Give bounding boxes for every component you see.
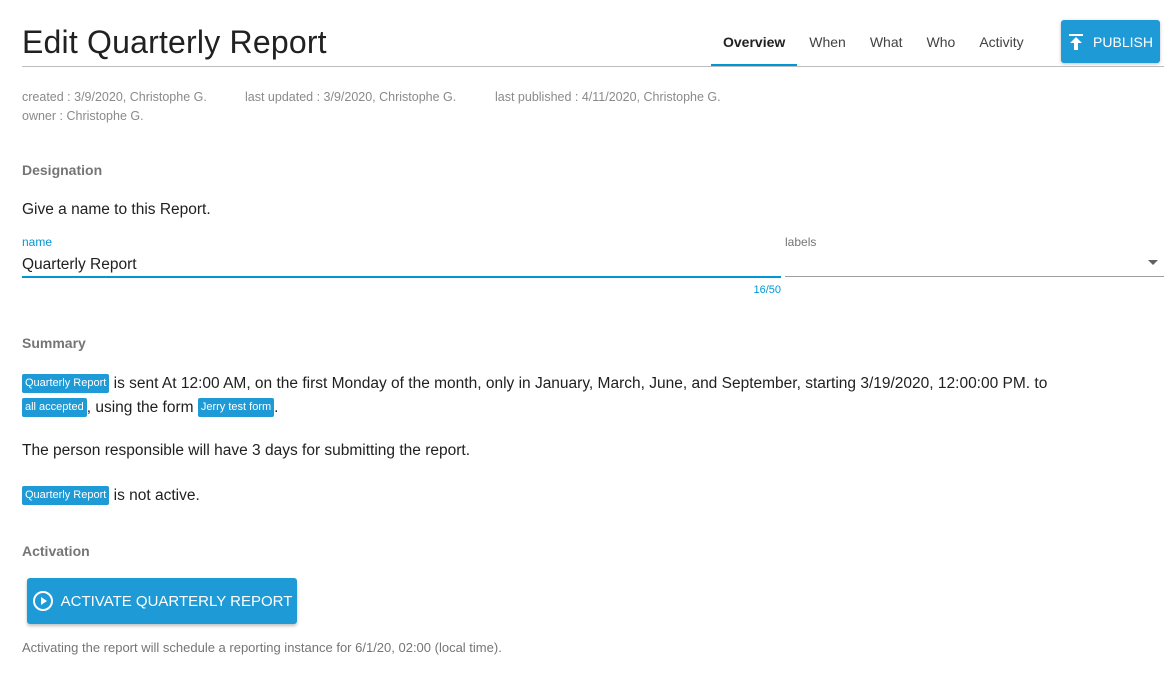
caret-down-icon — [1148, 260, 1158, 265]
meta-owner: owner : Christophe G. — [22, 109, 144, 123]
publish-upload-icon — [1069, 33, 1084, 50]
tab-bar: Overview When What Who Activity — [711, 22, 1036, 66]
publish-button[interactable]: PUBLISH — [1061, 20, 1160, 63]
name-field[interactable] — [22, 254, 781, 278]
activation-hint: Activating the report will schedule a re… — [22, 640, 502, 655]
labels-field-label: labels — [785, 235, 817, 249]
meta-created: created : 3/9/2020, Christophe G. — [22, 90, 207, 104]
activate-report-button[interactable]: ACTIVATE QUARTERLY REPORT — [27, 578, 297, 624]
summary-section-label: Summary — [22, 335, 86, 351]
summary-audience-line: all accepted, using the form Jerry test … — [22, 398, 278, 417]
tab-overview[interactable]: Overview — [711, 22, 798, 66]
publish-button-label: PUBLISH — [1093, 33, 1153, 50]
schedule-text: is sent At 12:00 AM, on the first Monday… — [113, 375, 1048, 392]
header-divider — [22, 66, 1164, 67]
tab-what[interactable]: What — [858, 22, 915, 66]
audience-chip: all accepted — [22, 398, 87, 417]
form-chip: Jerry test form — [197, 398, 275, 417]
sentence-end: . — [274, 399, 279, 416]
play-circle-icon — [32, 591, 53, 611]
status-report-chip: Quarterly Report — [22, 486, 110, 505]
designation-prompt: Give a name to this Report. — [22, 201, 211, 218]
activation-section-label: Activation — [22, 543, 90, 559]
labels-select[interactable] — [785, 254, 1164, 277]
name-character-counter: 16/50 — [753, 284, 781, 296]
status-text: is not active. — [113, 487, 200, 504]
form-text: , using the form — [86, 399, 194, 416]
report-chip: Quarterly Report — [22, 374, 110, 393]
name-field-label: name — [22, 235, 53, 249]
summary-schedule-line: Quarterly Report is sent At 12:00 AM, on… — [22, 374, 1047, 393]
activate-button-label: ACTIVATE QUARTERLY REPORT — [60, 592, 293, 610]
status-line: Quarterly Report is not active. — [22, 486, 200, 505]
tab-when[interactable]: When — [797, 22, 858, 66]
meta-last-published: last published : 4/11/2020, Christophe G… — [495, 90, 721, 104]
tab-who[interactable]: Who — [915, 22, 968, 66]
page-title: Edit Quarterly Report — [22, 24, 327, 60]
meta-last-updated: last updated : 3/9/2020, Christophe G. — [245, 90, 457, 104]
tab-activity[interactable]: Activity — [967, 22, 1035, 66]
responsible-text: The person responsible will have 3 days … — [22, 442, 471, 459]
designation-section-label: Designation — [22, 162, 103, 178]
